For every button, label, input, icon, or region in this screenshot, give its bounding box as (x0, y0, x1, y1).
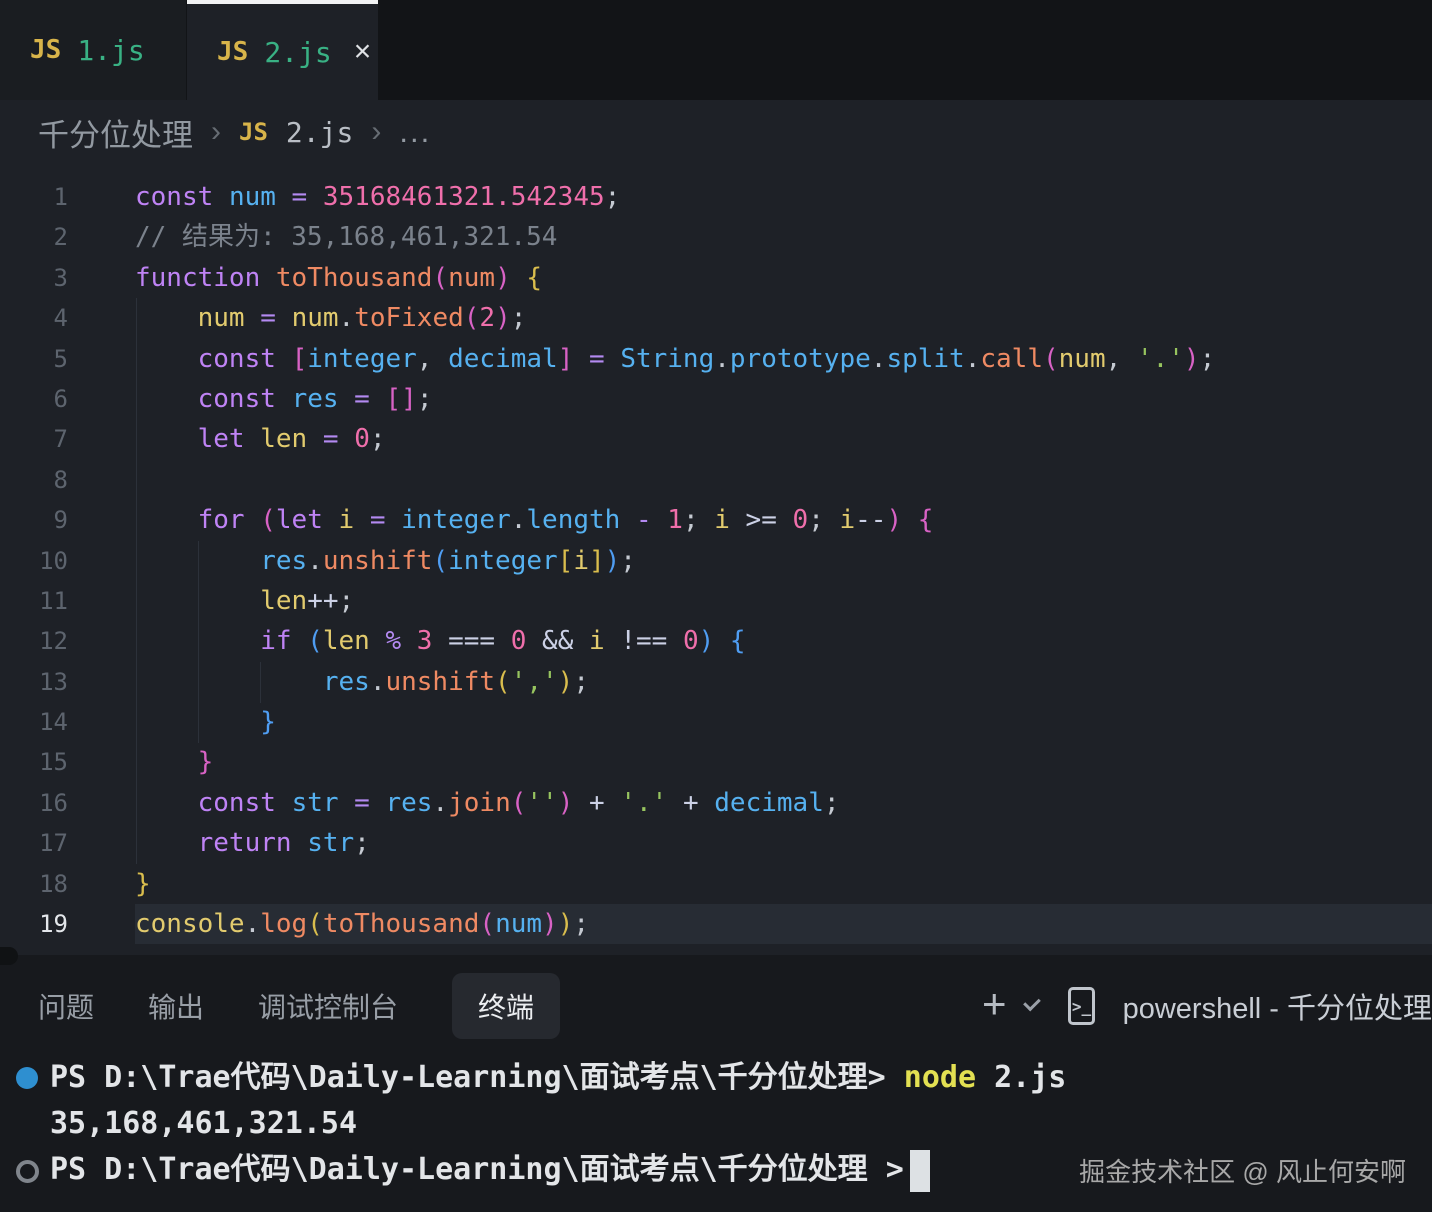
js-file-icon: JS (239, 118, 268, 146)
code-line[interactable]: 9 for (let i = integer.length - 1; i >= … (0, 500, 1432, 540)
line-number[interactable]: 18 (0, 864, 68, 904)
line-number[interactable]: 8 (0, 460, 68, 500)
chevron-down-icon[interactable] (1023, 993, 1041, 1011)
line-number[interactable]: 4 (0, 298, 68, 338)
indent-guide (260, 662, 261, 703)
terminal-line: 35,168,461,321.54 (0, 1101, 1432, 1147)
panel-tab-debug-console[interactable]: 调试控制台 (258, 973, 398, 1039)
js-file-icon: JS (30, 35, 61, 65)
code-line[interactable]: 4 num = num.toFixed(2); (0, 298, 1432, 338)
line-number[interactable]: 14 (0, 702, 68, 742)
code-line[interactable]: 5 const [integer, decimal] = String.prot… (0, 339, 1432, 379)
code-text (135, 460, 1432, 500)
code-line[interactable]: 12 if (len % 3 === 0 && i !== 0) { (0, 621, 1432, 661)
code-text: const res = []; (135, 379, 1432, 419)
line-number[interactable]: 2 (0, 217, 68, 257)
code-text: console.log(toThousand(num)); (135, 904, 1432, 944)
panel-tab-terminal[interactable]: 终端 (452, 973, 560, 1039)
code-line[interactable]: 18} (0, 864, 1432, 904)
js-file-icon: JS (217, 37, 248, 67)
editor-tab-2js[interactable]: JS 2.js × (187, 0, 378, 100)
chevron-right-icon: › (211, 115, 221, 149)
code-text: const num = 35168461321.542345; (135, 177, 1432, 217)
code-text: const [integer, decimal] = String.protot… (135, 339, 1432, 379)
code-line[interactable]: 11 len++; (0, 581, 1432, 621)
code-text: for (let i = integer.length - 1; i >= 0;… (135, 500, 1432, 540)
code-text: res.unshift(integer[i]); (135, 541, 1432, 581)
code-text: return str; (135, 823, 1432, 863)
line-number[interactable]: 5 (0, 339, 68, 379)
line-number[interactable]: 11 (0, 581, 68, 621)
chevron-right-icon: › (371, 115, 381, 149)
code-line[interactable]: 17 return str; (0, 823, 1432, 863)
new-terminal-icon[interactable]: + (982, 983, 1007, 1025)
terminal-cursor (910, 1150, 930, 1192)
panel-actions: + >_ powershell - 千分位处理 (982, 973, 1432, 1039)
command-pending-circle-icon (16, 1160, 39, 1183)
editor-tab-1js[interactable]: JS 1.js (0, 0, 186, 100)
close-tab-icon[interactable]: × (354, 35, 372, 69)
line-number[interactable]: 17 (0, 823, 68, 863)
line-number[interactable]: 15 (0, 742, 68, 782)
code-text: let len = 0; (135, 419, 1432, 459)
tab-filename: 2.js (264, 36, 331, 69)
code-text: res.unshift(','); (135, 662, 1432, 702)
line-number[interactable]: 10 (0, 541, 68, 581)
breadcrumb: 千分位处理 › JS 2.js › ... (0, 100, 1432, 164)
code-text: } (135, 864, 1432, 904)
code-line[interactable]: 2 // 结果为: 35,168,461,321.54 (0, 217, 1432, 257)
line-number[interactable]: 1 (0, 177, 68, 217)
code-line[interactable]: 6 const res = []; (0, 379, 1432, 419)
line-number[interactable]: 6 (0, 379, 68, 419)
panel-tab-problems[interactable]: 问题 (38, 973, 94, 1039)
breadcrumb-folder[interactable]: 千分位处理 (38, 110, 193, 155)
panel-tab-bar: 问题 输出 调试控制台 终端 (38, 973, 560, 1039)
line-number[interactable]: 12 (0, 621, 68, 661)
code-text: len++; (135, 581, 1432, 621)
code-text: const str = res.join('') + '.' + decimal… (135, 783, 1432, 823)
editor-tab-bar: JS 1.js JS 2.js × (0, 0, 1432, 100)
line-number[interactable]: 19 (0, 904, 68, 944)
breadcrumb-file[interactable]: 2.js (286, 116, 353, 149)
panel-tab-output[interactable]: 输出 (148, 973, 204, 1039)
indent-guide (136, 298, 137, 864)
line-number[interactable]: 7 (0, 419, 68, 459)
code-line[interactable]: 16 const str = res.join('') + '.' + deci… (0, 783, 1432, 823)
code-line[interactable]: 15 } (0, 742, 1432, 782)
code-text: } (135, 742, 1432, 782)
code-line[interactable]: 14 } (0, 702, 1432, 742)
code-area: 1 const num = 35168461321.542345; 2 // 结果为:… (0, 164, 1432, 944)
code-text: // 结果为: 35,168,461,321.54 (135, 217, 1432, 257)
watermark: 掘金技术社区 @ 风止何安啊 (1079, 1152, 1406, 1189)
code-line[interactable]: 3 function toThousand(num) { (0, 258, 1432, 298)
terminal-session-label[interactable]: powershell - 千分位处理 (1123, 985, 1432, 1027)
tab-filename: 1.js (77, 34, 144, 67)
indent-guide (198, 541, 199, 743)
terminal-shell-icon: >_ (1068, 987, 1094, 1025)
code-text: num = num.toFixed(2); (135, 298, 1432, 338)
line-number[interactable]: 13 (0, 662, 68, 702)
code-line[interactable]: 19 console.log(toThousand(num)); (0, 904, 1432, 944)
code-text: } (135, 702, 1432, 742)
panel-resize-handle[interactable] (0, 947, 18, 965)
line-number[interactable]: 16 (0, 783, 68, 823)
code-line[interactable]: 7 let len = 0; (0, 419, 1432, 459)
breadcrumb-symbol-more[interactable]: ... (399, 114, 431, 150)
line-number[interactable]: 3 (0, 258, 68, 298)
command-success-dot-icon (16, 1067, 38, 1089)
line-number[interactable]: 9 (0, 500, 68, 540)
terminal-line: PS D:\Trae代码\Daily-Learning\面试考点\千分位处理> … (0, 1055, 1432, 1101)
code-line[interactable]: 10 res.unshift(integer[i]); (0, 541, 1432, 581)
code-line[interactable]: 13 res.unshift(','); (0, 662, 1432, 702)
code-editor[interactable]: 1 const num = 35168461321.542345; 2 // 结果为:… (0, 164, 1432, 955)
code-text: if (len % 3 === 0 && i !== 0) { (135, 621, 1432, 661)
code-line[interactable]: 8 (0, 460, 1432, 500)
code-line[interactable]: 1 const num = 35168461321.542345; (0, 177, 1432, 217)
code-text: function toThousand(num) { (135, 258, 1432, 298)
